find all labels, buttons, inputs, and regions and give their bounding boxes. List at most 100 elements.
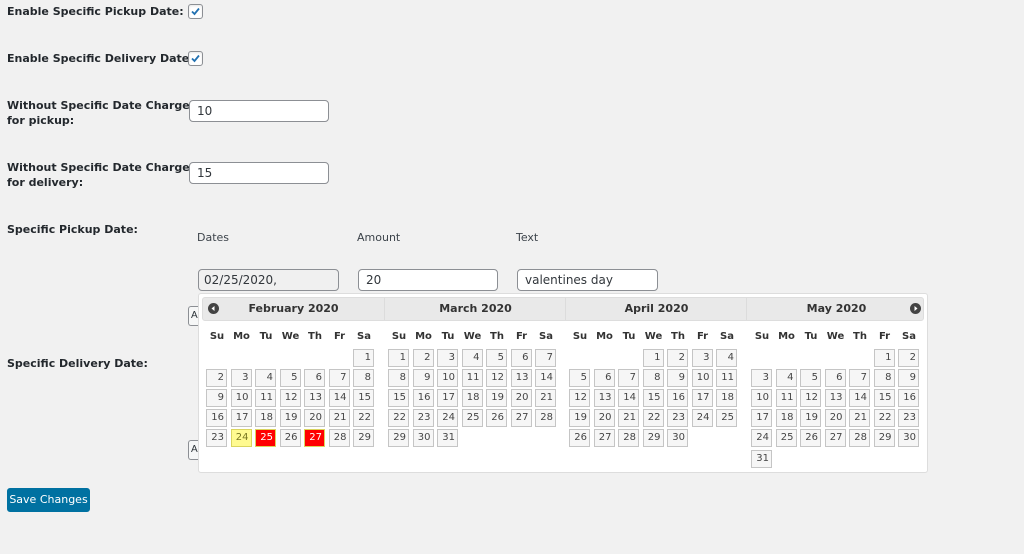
calendar-day[interactable]: 5: [569, 369, 590, 388]
calendar-day[interactable]: 7: [328, 369, 350, 388]
calendar-day[interactable]: 22: [873, 409, 895, 428]
calendar-day[interactable]: 26: [486, 409, 507, 428]
calendar-day[interactable]: 5: [800, 369, 821, 388]
calendar-day[interactable]: 23: [667, 409, 688, 428]
calendar-day[interactable]: 8: [873, 369, 895, 388]
calendar-day[interactable]: 27: [824, 429, 846, 448]
calendar-day[interactable]: 9: [898, 369, 919, 388]
calendar-day[interactable]: 5: [279, 369, 301, 388]
calendar-day[interactable]: 17: [230, 409, 252, 428]
calendar-day[interactable]: 21: [535, 389, 556, 408]
enable-delivery-checkbox[interactable]: [188, 51, 203, 66]
calendar-day[interactable]: 3: [437, 349, 458, 367]
calendar-day[interactable]: 14: [618, 389, 639, 408]
calendar-day[interactable]: 16: [412, 389, 434, 408]
calendar-day[interactable]: 20: [824, 409, 846, 428]
calendar-day[interactable]: 27: [304, 429, 325, 448]
calendar-day[interactable]: 7: [535, 349, 556, 367]
calendar-day[interactable]: 28: [328, 429, 350, 448]
calendar-day[interactable]: 29: [353, 429, 374, 448]
calendar-day[interactable]: 6: [824, 369, 846, 388]
calendar-day[interactable]: 17: [691, 389, 713, 408]
calendar-day[interactable]: 2: [412, 349, 434, 367]
calendar-day[interactable]: 15: [642, 389, 664, 408]
calendar-day[interactable]: 15: [353, 389, 374, 408]
calendar-day[interactable]: 8: [642, 369, 664, 388]
calendar-day[interactable]: 4: [461, 349, 483, 367]
calendar-day[interactable]: 21: [849, 409, 870, 428]
calendar-day[interactable]: 3: [751, 369, 772, 388]
calendar-day[interactable]: 15: [873, 389, 895, 408]
text-input[interactable]: valentines day: [517, 269, 658, 291]
calendar-day[interactable]: 19: [569, 409, 590, 428]
calendar-day[interactable]: 26: [279, 429, 301, 448]
calendar-day[interactable]: 26: [800, 429, 821, 448]
calendar-day[interactable]: 15: [388, 389, 409, 408]
calendar-day[interactable]: 10: [691, 369, 713, 388]
calendar-day[interactable]: 17: [751, 409, 772, 428]
calendar-day[interactable]: 2: [898, 349, 919, 367]
calendar-day[interactable]: 30: [898, 429, 919, 448]
calendar-day[interactable]: 23: [206, 429, 227, 448]
calendar-day[interactable]: 19: [486, 389, 507, 408]
next-month-icon[interactable]: [910, 303, 921, 314]
calendar-day[interactable]: 22: [388, 409, 409, 428]
calendar-day[interactable]: 3: [691, 349, 713, 367]
calendar-day[interactable]: 19: [800, 409, 821, 428]
calendar-day[interactable]: 2: [206, 369, 227, 388]
calendar-day[interactable]: 12: [569, 389, 590, 408]
calendar-day[interactable]: 20: [304, 409, 325, 428]
calendar-day[interactable]: 6: [510, 349, 532, 367]
calendar-day[interactable]: 19: [279, 409, 301, 428]
prev-month-icon[interactable]: [208, 303, 219, 314]
calendar-day[interactable]: 2: [667, 349, 688, 367]
calendar-day[interactable]: 18: [461, 389, 483, 408]
calendar-day[interactable]: 23: [412, 409, 434, 428]
save-changes-button[interactable]: Save Changes: [7, 488, 90, 512]
calendar-day[interactable]: 8: [353, 369, 374, 388]
calendar-day[interactable]: 9: [412, 369, 434, 388]
calendar-day[interactable]: 16: [667, 389, 688, 408]
calendar-day[interactable]: 25: [461, 409, 483, 428]
calendar-day[interactable]: 11: [461, 369, 483, 388]
calendar-day[interactable]: 11: [255, 389, 276, 408]
calendar-day[interactable]: 28: [535, 409, 556, 428]
calendar-day[interactable]: 11: [716, 369, 737, 388]
calendar-day[interactable]: 1: [353, 349, 374, 367]
calendar-day[interactable]: 3: [230, 369, 252, 388]
calendar-day[interactable]: 27: [593, 429, 615, 448]
calendar-day[interactable]: 11: [775, 389, 797, 408]
calendar-day[interactable]: 29: [873, 429, 895, 448]
calendar-day[interactable]: 21: [328, 409, 350, 428]
calendar-day[interactable]: 29: [388, 429, 409, 448]
calendar-day[interactable]: 12: [279, 389, 301, 408]
charge-pickup-input[interactable]: 10: [189, 100, 329, 122]
calendar-day[interactable]: 16: [898, 389, 919, 408]
calendar-day[interactable]: 20: [510, 389, 532, 408]
calendar-day[interactable]: 6: [593, 369, 615, 388]
calendar-day[interactable]: 18: [255, 409, 276, 428]
calendar-day[interactable]: 13: [510, 369, 532, 388]
calendar-day[interactable]: 24: [230, 429, 252, 448]
calendar-day[interactable]: 1: [873, 349, 895, 367]
calendar-day[interactable]: 13: [824, 389, 846, 408]
calendar-day[interactable]: 9: [206, 389, 227, 408]
calendar-day[interactable]: 12: [800, 389, 821, 408]
calendar-day[interactable]: 20: [593, 409, 615, 428]
calendar-day[interactable]: 7: [618, 369, 639, 388]
calendar-day[interactable]: 22: [353, 409, 374, 428]
calendar-day[interactable]: 14: [849, 389, 870, 408]
calendar-day[interactable]: 14: [535, 369, 556, 388]
calendar-day[interactable]: 14: [328, 389, 350, 408]
calendar-day[interactable]: 26: [569, 429, 590, 448]
calendar-day[interactable]: 5: [486, 349, 507, 367]
calendar-day[interactable]: 30: [667, 429, 688, 448]
calendar-day[interactable]: 30: [412, 429, 434, 448]
calendar-day[interactable]: 4: [255, 369, 276, 388]
calendar-day[interactable]: 18: [716, 389, 737, 408]
calendar-day[interactable]: 24: [437, 409, 458, 428]
calendar-day[interactable]: 31: [437, 429, 458, 448]
calendar-day[interactable]: 28: [849, 429, 870, 448]
amount-input[interactable]: 20: [358, 269, 498, 291]
calendar-day[interactable]: 25: [775, 429, 797, 448]
